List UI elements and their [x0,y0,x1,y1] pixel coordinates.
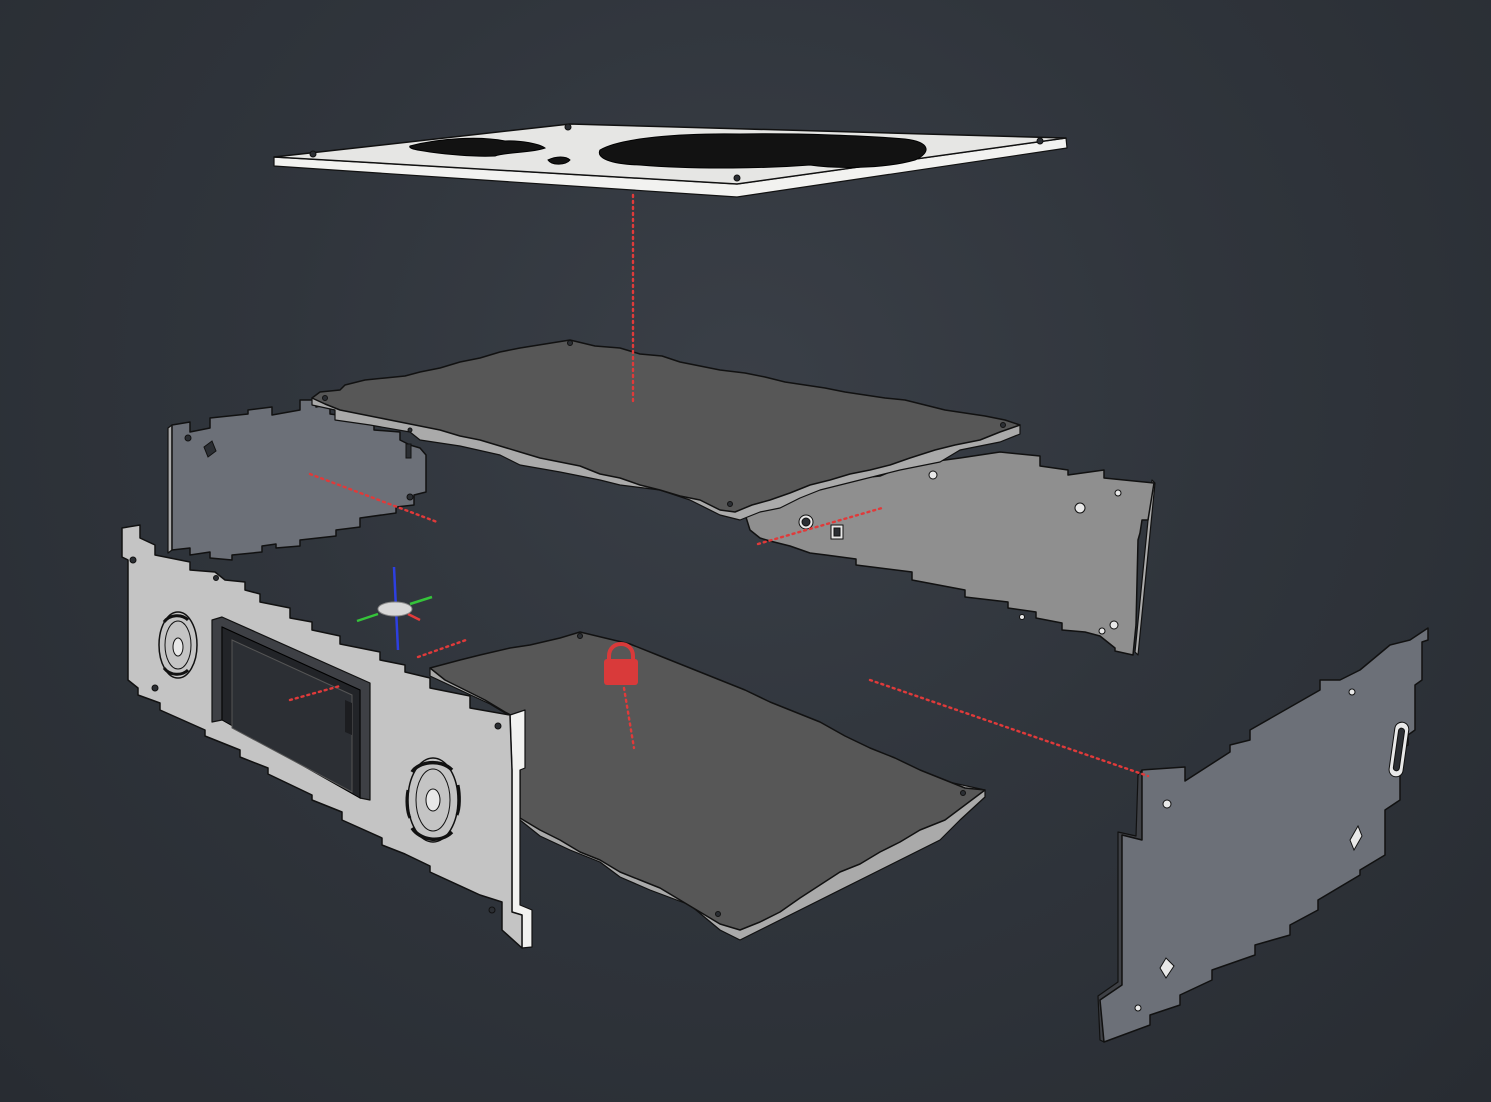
gizmo-x-axis [407,612,421,622]
gizmo-y-axis-b [409,595,433,606]
transform-gizmo[interactable] [356,566,433,651]
front-panel-part[interactable] [121,524,533,949]
constraint-front-to-base [416,638,468,659]
gizmo-y-axis-a [356,612,379,623]
right-side-wall-part[interactable] [1097,627,1429,1043]
exploded-assembly-scene [121,123,1429,1043]
constraint-side-wall [868,678,1150,778]
gizmo-center [377,601,413,617]
3d-viewport[interactable] [0,0,1491,1102]
top-lid-part[interactable] [273,123,1068,198]
